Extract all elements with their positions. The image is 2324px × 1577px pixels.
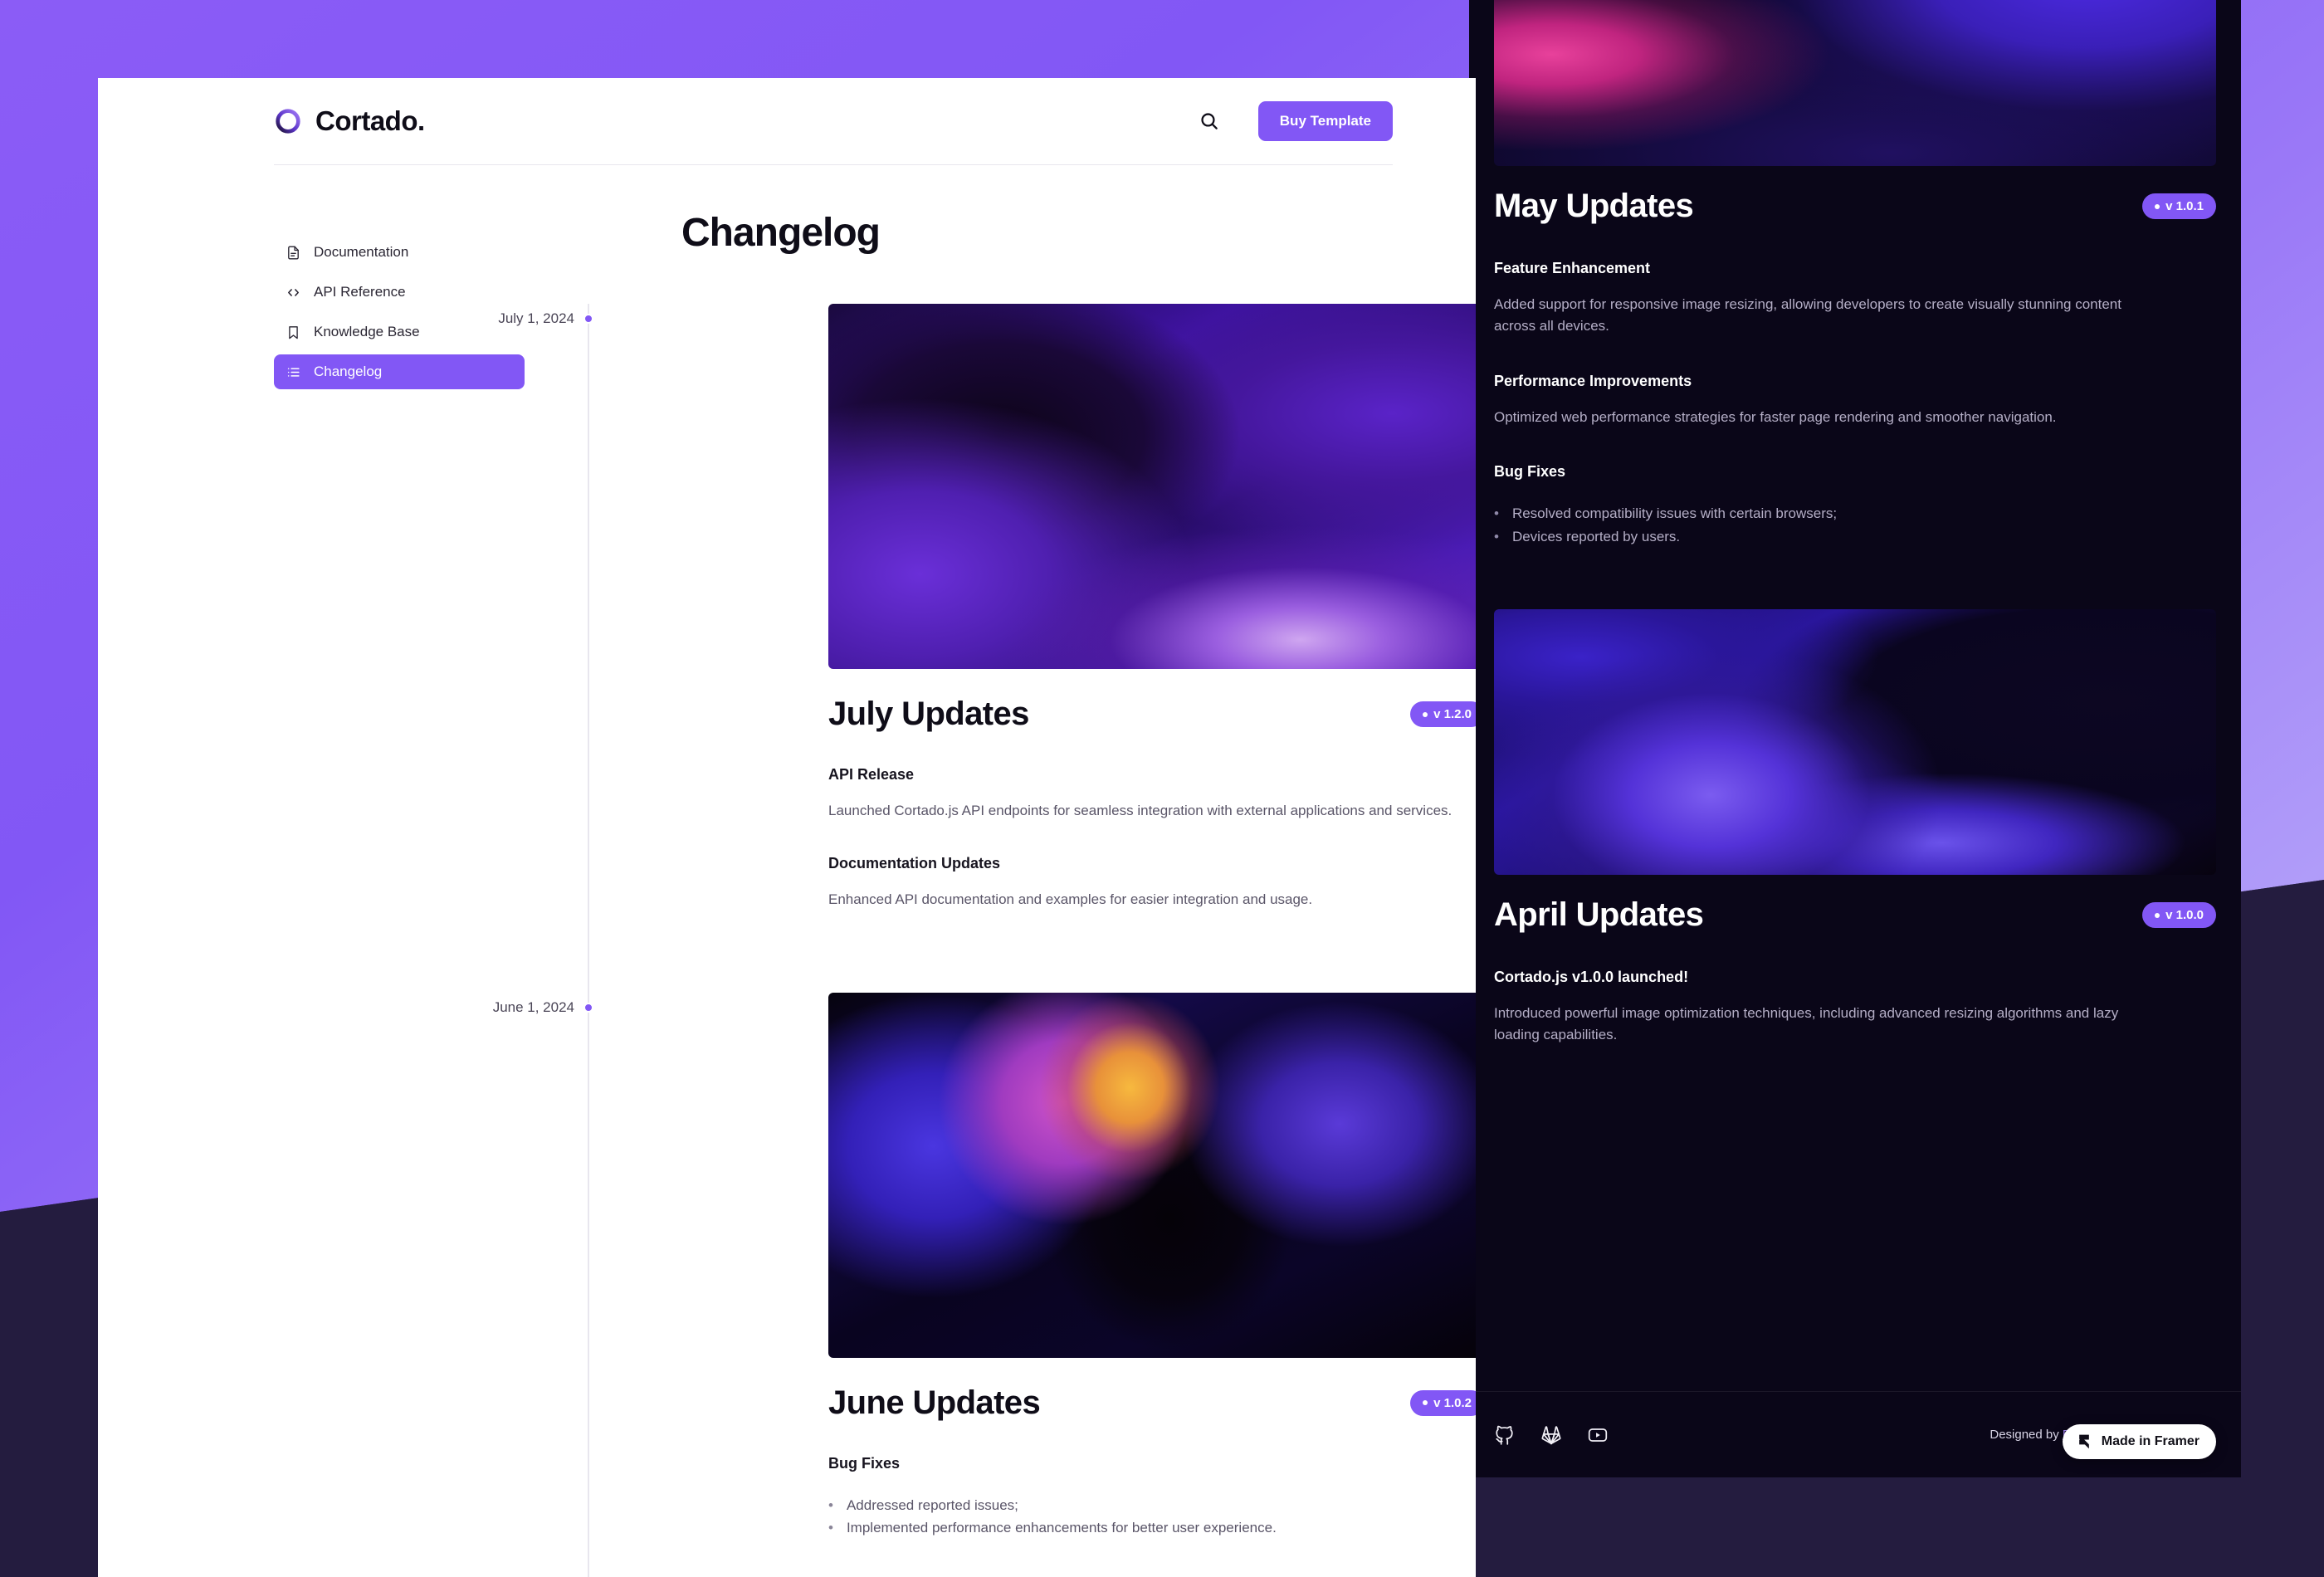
entry-date: July 1, 2024	[498, 310, 574, 326]
may-bullet-0: Resolved compatibility issues with certa…	[1511, 505, 1838, 522]
july-version-badge: v 1.2.0	[1410, 701, 1476, 727]
social-links	[1494, 1424, 1609, 1446]
made-in-framer-badge[interactable]: Made in Framer	[2062, 1424, 2216, 1459]
july-section-heading-1: Documentation Updates	[828, 855, 1001, 872]
entry-date: June 1, 2024	[492, 998, 574, 1015]
cortado-ring-logo-icon	[276, 109, 300, 134]
framer-logo-icon	[2078, 1434, 2089, 1449]
badge-dot-icon	[2155, 912, 2160, 918]
dark-changelog-window: May Updates v 1.0.1 Feature Enhancement …	[1469, 0, 2241, 1477]
light-changelog-window: Cortado. Buy Template Documentation API …	[98, 78, 1476, 1577]
may-section-heading-0: Feature Enhancement	[1494, 260, 1651, 276]
june-bugfix-list: • Addressed reported issues; • Implement…	[828, 1494, 1476, 1540]
header-actions: Buy Template	[1195, 101, 1393, 141]
document-icon	[288, 246, 299, 259]
entry-content: July Updates v 1.2.0 API Release Launche…	[828, 304, 1476, 911]
timeline-dot	[583, 314, 593, 324]
credit-prefix: Designed by	[1990, 1428, 2063, 1442]
may-bugfix-list: • Resolved compatibility issues with cer…	[1494, 502, 2216, 548]
page-title: Changelog	[681, 211, 881, 255]
sidebar: Documentation API Reference Knowledge Ba…	[98, 235, 525, 1577]
brand-name: Cortado.	[315, 105, 425, 136]
badge-dot-icon	[2155, 203, 2160, 209]
july-section-body-0: Launched Cortado.js API endpoints for se…	[828, 803, 1452, 818]
code-brackets-icon	[288, 288, 299, 296]
bullet-icon: •	[828, 1520, 833, 1536]
search-button[interactable]	[1195, 107, 1223, 135]
may-section-body-1: Optimized web performance strategies for…	[1494, 408, 2057, 425]
bookmark-icon	[289, 325, 298, 339]
bullet-icon: •	[1494, 528, 1499, 544]
youtube-icon[interactable]	[1587, 1424, 1609, 1446]
april-section-heading-0: Cortado.js v1.0.0 launched!	[1494, 969, 1689, 986]
list-item: • Resolved compatibility issues with cer…	[1494, 502, 2216, 525]
april-hero-image	[1494, 609, 2216, 876]
june-bullet-0: Addressed reported issues;	[846, 1496, 1018, 1513]
dark-entry-may: May Updates v 1.0.1 Feature Enhancement …	[1469, 0, 2241, 548]
main-content: Changelog July 1, 2024 July Updates v 1.…	[372, 211, 1476, 1577]
june-hero-image	[828, 992, 1476, 1358]
june-bullet-1: Implemented performance enhancements for…	[846, 1520, 1277, 1536]
entry-title: June Updates	[828, 1384, 1041, 1421]
search-icon	[1201, 113, 1218, 129]
framer-badge-label: Made in Framer	[2101, 1434, 2200, 1448]
entry-version-label: v 1.0.2	[1433, 1395, 1472, 1410]
may-section-heading-1: Performance Improvements	[1494, 372, 1692, 389]
page-body: Documentation API Reference Knowledge Ba…	[98, 165, 1476, 1577]
entry-content: June Updates v 1.0.2 Bug Fixes • Address…	[828, 992, 1476, 1540]
list-item: • Devices reported by users.	[1494, 525, 2216, 549]
may-bullet-1: Devices reported by users.	[1511, 528, 1681, 544]
brand[interactable]: Cortado.	[274, 105, 425, 137]
may-version-badge: v 1.0.1	[2142, 193, 2216, 219]
badge-dot-icon	[1423, 711, 1428, 717]
gitlab-icon[interactable]	[1540, 1424, 1562, 1446]
changelog-timeline: July 1, 2024 July Updates v 1.2.0 API Re…	[372, 304, 1476, 1577]
april-entry-title: April Updates	[1494, 896, 1704, 934]
june-title-row: June Updates v 1.0.2	[828, 1384, 1476, 1422]
entry-title: July Updates	[828, 696, 1029, 732]
bullet-icon: •	[1494, 505, 1499, 522]
changelog-entry-july: July 1, 2024 July Updates v 1.2.0 API Re…	[372, 304, 1476, 911]
bullet-icon: •	[828, 1496, 833, 1513]
may-version-label: v 1.0.1	[2165, 199, 2204, 213]
may-hero-image	[1494, 0, 2216, 166]
changelog-entry-june: June 1, 2024 June Updates v 1.0.2 Bug Fi…	[372, 992, 1476, 1540]
dark-entry-april: April Updates v 1.0.0 Cortado.js v1.0.0 …	[1469, 609, 2241, 1047]
july-hero-image	[828, 304, 1476, 669]
list-icon	[287, 367, 300, 377]
july-title-row: July Updates v 1.2.0	[828, 696, 1476, 733]
july-section-heading-0: API Release	[828, 766, 915, 783]
may-section-heading-2: Bug Fixes	[1494, 463, 1566, 481]
badge-dot-icon	[1423, 1400, 1428, 1406]
april-section-body-0: Introduced powerful image optimization t…	[1494, 1005, 2119, 1043]
june-version-badge: v 1.0.2	[1410, 1389, 1476, 1416]
april-title-row: April Updates v 1.0.0	[1494, 896, 2216, 934]
june-section-heading-0: Bug Fixes	[828, 1454, 901, 1472]
site-header: Cortado. Buy Template	[98, 78, 1476, 164]
list-item: • Addressed reported issues;	[828, 1494, 1476, 1517]
may-title-row: May Updates v 1.0.1	[1494, 188, 2216, 225]
may-entry-title: May Updates	[1494, 188, 1694, 224]
entry-version-label: v 1.2.0	[1433, 707, 1472, 721]
april-version-label: v 1.0.0	[2165, 908, 2204, 923]
timeline-dot	[583, 1002, 593, 1013]
list-item: • Implemented performance enhancements f…	[828, 1516, 1476, 1540]
buy-template-button[interactable]: Buy Template	[1257, 101, 1393, 141]
may-section-body-0: Added support for responsive image resiz…	[1494, 296, 2121, 334]
github-icon[interactable]	[1494, 1424, 1516, 1446]
july-section-body-1: Enhanced API documentation and examples …	[828, 891, 1313, 908]
april-version-badge: v 1.0.0	[2142, 902, 2216, 929]
